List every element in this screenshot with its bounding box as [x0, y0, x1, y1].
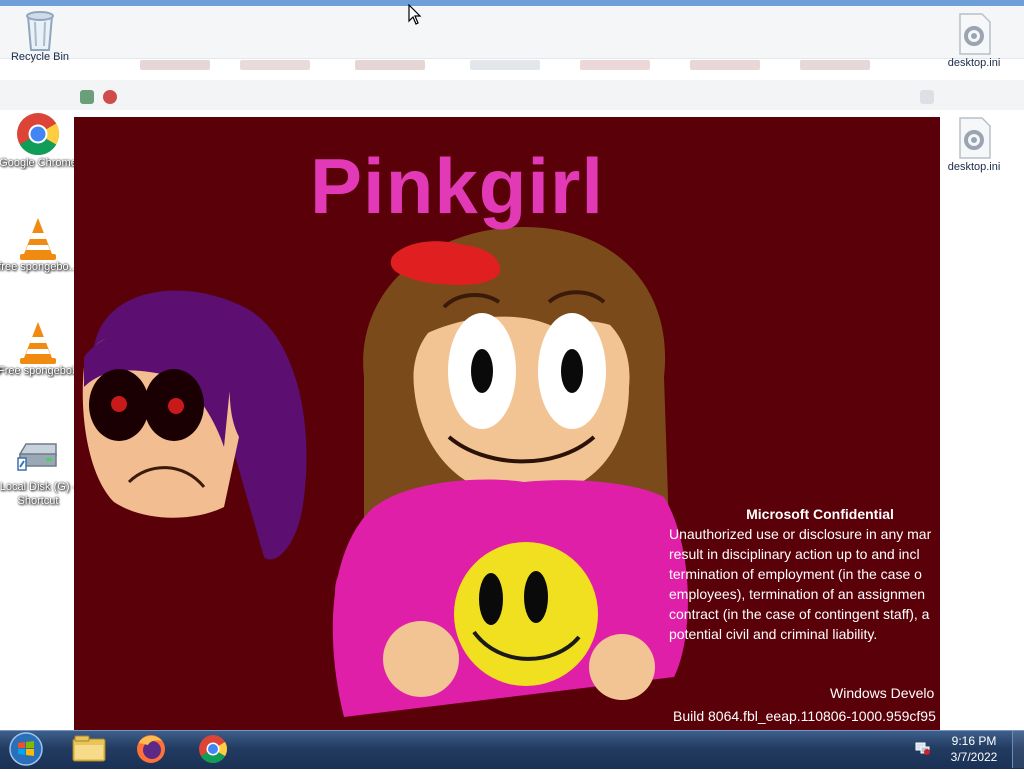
firefox-icon: [137, 735, 165, 763]
desktop-icon-label: Local Disk (G) - Shortcut: [0, 481, 77, 507]
desktop-icon-vlc-file[interactable]: Free spongebob ...: [0, 320, 78, 378]
watermark-line: Unauthorized use or disclosure in any ma…: [669, 526, 932, 542]
clock-time: 9:16 PM: [951, 734, 997, 748]
chrome-icon: [199, 735, 227, 763]
desktop-icon-recycle-bin[interactable]: Recycle Bin: [0, 6, 80, 64]
chrome-icon: [16, 112, 60, 156]
drive-icon: [16, 436, 60, 480]
start-orb-icon: [9, 732, 43, 766]
clock-date: 3/7/2022: [950, 750, 998, 764]
browser-tab-strip: [0, 6, 1024, 59]
system-clock[interactable]: 9:16 PM 3/7/2022: [936, 733, 1012, 765]
vlc-icon: [16, 320, 60, 364]
bookmark-item[interactable]: [580, 60, 650, 70]
watermark-line: potential civil and criminal liability.: [669, 626, 878, 642]
vlc-icon: [16, 216, 60, 260]
watermark-line: contract (in the case of contingent staf…: [669, 606, 930, 622]
desktop-icon-desktop-ini[interactable]: desktop.ini: [934, 116, 1014, 174]
page-toolbar: [0, 80, 1024, 110]
bookmark-item[interactable]: [140, 60, 210, 70]
network-tray-icon[interactable]: [915, 740, 931, 756]
desktop-icon-google-chrome[interactable]: Google Chrome: [0, 112, 78, 170]
taskbar-firefox[interactable]: [128, 731, 174, 767]
watermark-title: Microsoft Confidential: [746, 506, 894, 522]
pinkgirl-figure: [332, 227, 688, 717]
watermark-build-string: Build 8064.fbl_eeap.110806-1000.959cf95: [673, 708, 936, 724]
watermark-line: employees), termination of an assignmen: [669, 586, 926, 602]
expand-icon[interactable]: [920, 90, 934, 104]
picture-title: Pinkgirl: [310, 142, 605, 230]
taskbar-file-explorer[interactable]: [66, 731, 112, 767]
bookmark-item[interactable]: [800, 60, 870, 70]
show-desktop-button[interactable]: [1012, 731, 1024, 768]
bookmark-item[interactable]: [690, 60, 760, 70]
settings-file-icon: [952, 116, 996, 160]
desktop-icon-desktop-ini[interactable]: desktop.ini: [934, 12, 1014, 70]
desktop-icon-label: desktop.ini: [947, 57, 1001, 69]
record-icon[interactable]: [103, 90, 117, 104]
desktop-icon-label: Google Chrome: [0, 157, 77, 169]
file-explorer-icon: [72, 735, 106, 762]
desktop-icon-label: desktop.ini: [947, 161, 1001, 173]
watermark-os-version: Windows Develo: [830, 685, 935, 701]
desktop-icon-vlc-file[interactable]: free spongebo...: [0, 216, 78, 274]
settings-file-icon: [952, 12, 996, 56]
bookmarks-bar: [100, 60, 1000, 74]
watermark-line: termination of employment (in the case o: [669, 566, 922, 582]
watermark-line: result in disciplinary action up to and …: [669, 546, 920, 562]
bookmark-item[interactable]: [355, 60, 425, 70]
recycle-bin-icon: [18, 6, 62, 51]
desktop-icon-local-disk-shortcut[interactable]: Local Disk (G) - Shortcut: [0, 436, 78, 508]
confidential-watermark: Microsoft Confidential Unauthorized use …: [669, 504, 941, 644]
page-favicon-icon: [80, 90, 94, 104]
desktop-icon-label: free spongebo...: [0, 261, 78, 273]
taskbar-chrome[interactable]: [190, 731, 236, 767]
desktop-icon-label: Free spongebob ...: [0, 365, 78, 377]
bookmark-item[interactable]: [470, 60, 540, 70]
bookmark-item[interactable]: [240, 60, 310, 70]
mouse-cursor-icon: [408, 4, 422, 25]
start-button[interactable]: [8, 732, 44, 766]
